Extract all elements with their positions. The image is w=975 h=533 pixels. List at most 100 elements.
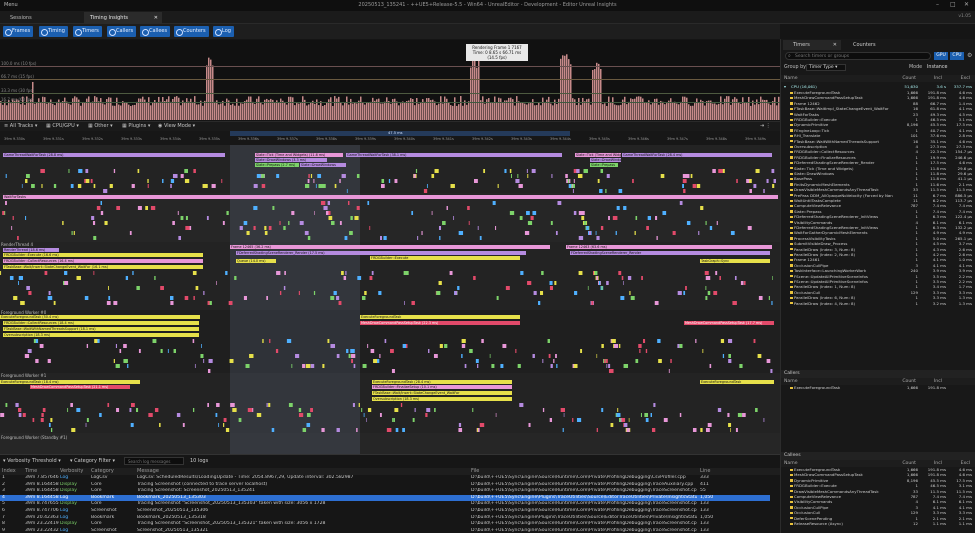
gpu-toggle[interactable]: GPU — [934, 52, 948, 60]
close-icon[interactable]: ✕ — [833, 40, 837, 50]
close-icon[interactable]: ✕ — [154, 12, 158, 24]
timer-icon — [790, 172, 793, 175]
log-row[interactable]: 4 39m 8.164458 Log Bookmark Bookmark_2025051… — [0, 494, 770, 502]
log-cell-line: 133 — [700, 501, 709, 507]
timers-button[interactable]: Timers — [73, 26, 102, 37]
column-header[interactable]: Incl — [934, 75, 942, 82]
tooltip-value: Time: 0 8.65 s 66.71 ms (14.5 fps) — [472, 50, 522, 60]
log-row[interactable]: 8 39m 23.22419 Display Core Tracing Screensh… — [0, 521, 770, 528]
timer-row[interactable]: ParallelDraw (Index: 4, Num: 8) 1 3.2 ms 1.… — [781, 301, 975, 306]
timing-button[interactable]: Timing — [39, 26, 68, 37]
callees-button[interactable]: Callees — [140, 26, 171, 37]
frames-button[interactable]: Frames — [3, 26, 34, 37]
ruler-tick-label: 39m 9.330s — [4, 137, 25, 141]
timer-icon — [790, 484, 793, 488]
main-toolbar: Frames Timing Timers Callers Callees Cou… — [0, 24, 780, 39]
timer-icon — [790, 102, 793, 105]
minimize-icon[interactable]: – — [936, 1, 939, 8]
log-search-input[interactable] — [124, 457, 184, 465]
tab-counters[interactable]: Counters — [843, 40, 903, 50]
plugins-dropdown[interactable]: ▦ Plugins ▾ — [122, 123, 150, 129]
log-cell-line: 133 — [700, 527, 709, 533]
column-header[interactable]: Excl — [961, 75, 970, 82]
frame-tooltip: Rendering Frame 1 7167 Time: 0 8.65 s 66… — [466, 44, 528, 61]
timer-row[interactable]: ReleaseResource (Async) 12 1.1 ms 1.1 ms — [781, 521, 975, 526]
timer-row[interactable]: ExecuteForegroundTask 1,666 191.8 ms — [781, 385, 975, 390]
all-tracks-dropdown[interactable]: ≡ All Tracks ▾ — [4, 123, 37, 129]
tab-timers[interactable]: Timers ✕ — [783, 40, 841, 50]
timer-icon — [790, 291, 793, 294]
column-header[interactable]: Excl — [961, 460, 970, 467]
timer-icon — [790, 269, 793, 273]
group-excl: 337.7 ms — [953, 84, 972, 89]
log-cell-message: Tracing Screenshot (connected to trace s… — [137, 481, 268, 487]
column-header[interactable]: Count — [902, 460, 916, 467]
ruler-tick-label: 39m 9.337s — [277, 137, 298, 141]
column-header[interactable]: Count — [902, 75, 916, 82]
cpu-gpu-dropdown[interactable]: ▦ CPU/GPU ▾ — [46, 123, 79, 129]
column-header[interactable]: File — [471, 468, 479, 474]
column-header[interactable]: Line — [700, 468, 710, 474]
tab-timing-insights[interactable]: Timing Insights ✕ — [84, 12, 162, 24]
navigate-arrows-icon[interactable]: ⇥ ⋮ — [760, 123, 771, 129]
tab-label: Timers — [793, 42, 810, 48]
mode-dropdown[interactable]: Instance — [927, 65, 947, 70]
tab-label: Timing Insights — [90, 15, 129, 21]
log-cell-file: D:\build\++UE5\Sync\Engine\Source\Runtim… — [471, 501, 697, 507]
counters-button[interactable]: Counters — [174, 26, 209, 37]
group-by-dropdown[interactable]: Timer Type ▾ — [806, 64, 846, 71]
timing-view[interactable]: RenderThread 4 Foreground Worker #0 Fore… — [0, 145, 780, 454]
category-dropdown[interactable]: ▾ Category Filter ▾ — [70, 458, 115, 464]
timers-search-input[interactable]: Search timers or groups — [785, 52, 931, 60]
timer-group-row[interactable]: ▾ CPU (16,061) 51,630 3.6 s 337.7 ms — [781, 84, 975, 89]
log-cell-line: 55 — [700, 488, 706, 494]
column-header[interactable]: Incl — [934, 460, 942, 467]
dropdown-label: All Tracks — [9, 123, 34, 129]
frames-axis-label: 33.3 ms (30 fps) — [1, 88, 34, 93]
column-header[interactable]: Category — [91, 468, 114, 474]
log-cell-message: Bookmark_20250513_135303 — [137, 494, 206, 500]
column-header[interactable]: Index — [2, 468, 16, 474]
frames-bars — [0, 54, 780, 120]
section-title: Callers — [784, 371, 800, 376]
timer-icon — [790, 123, 793, 127]
callers-button[interactable]: Callers — [107, 26, 137, 37]
column-header[interactable]: Time — [25, 468, 37, 474]
view-mode-dropdown[interactable]: ◉ View Mode ▾ — [158, 123, 195, 129]
log-button[interactable]: Log — [213, 26, 234, 37]
column-header[interactable]: Incl — [934, 378, 942, 385]
group-by-label: Group by — [784, 65, 807, 70]
column-header[interactable]: Verbosity — [60, 468, 83, 474]
tab-sessions[interactable]: Sessions — [4, 12, 38, 24]
log-cell-file: D:\build\++UE5\Sync\Engine\Plugins\Trace… — [471, 514, 697, 520]
log-row[interactable]: 2 39m 8.164458 Display Core Tracing Screensh… — [0, 482, 770, 489]
settings-icon[interactable]: ⚙ — [967, 52, 972, 59]
log-row[interactable]: 5 39m 8.747655 Display Core Tracing Screensh… — [0, 501, 770, 508]
verbosity-dropdown[interactable]: ▾ Verbosity Threshold ▾ — [3, 458, 61, 464]
timer-icon — [790, 91, 793, 94]
callers-section: Callers — [781, 370, 975, 378]
column-header[interactable]: Count — [902, 378, 916, 385]
column-header[interactable]: Name — [784, 460, 798, 467]
log-cell-time: 39m 8.164458 — [25, 494, 59, 500]
close-icon[interactable]: ✕ — [964, 1, 969, 8]
log-row[interactable]: 6 39m 8.747706 Log Screenshot Screenshot_202… — [0, 508, 770, 515]
frames-graph[interactable]: 100.0 ms (10 fps) 66.7 ms (15 fps) 33.3 … — [0, 40, 780, 120]
maximize-icon[interactable]: □ — [950, 1, 956, 8]
time-ruler[interactable]: 47.5 ms 39m 9.330s 39m 9.331s 39m 9.332s 39… — [0, 131, 780, 145]
timer-icon — [790, 188, 793, 192]
log-row[interactable]: 1 39m 7.857646 Log LogCsv LogCsv: ScheduledR… — [0, 475, 770, 482]
column-header[interactable]: Message — [137, 468, 159, 474]
column-header[interactable]: Name — [784, 75, 798, 82]
log-row[interactable]: 7 39m 20.42363 Log Bookmark Bookmark_2025051… — [0, 515, 770, 522]
other-dropdown[interactable]: ▦ Other ▾ — [88, 123, 113, 129]
log-cell-line: 1,050 — [700, 494, 714, 500]
log-row[interactable]: 9 39m 23.224320 Log Screenshot Screenshot_20… — [0, 528, 770, 533]
timer-icon — [790, 285, 793, 289]
log-row[interactable]: 3 39m 8.164458 Display Core Tracing Screensh… — [0, 488, 770, 495]
column-header[interactable]: Name — [784, 378, 798, 385]
timer-icon — [790, 150, 793, 154]
expand-icon[interactable]: ▾ — [784, 84, 786, 89]
log-cell-line: 333 — [700, 475, 709, 480]
cpu-toggle[interactable]: CPU — [950, 52, 964, 60]
